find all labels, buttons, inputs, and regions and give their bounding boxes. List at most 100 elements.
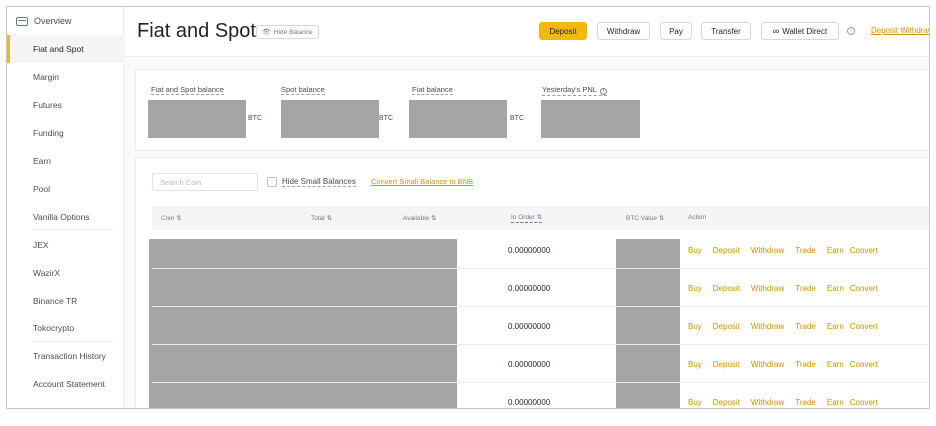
earn-link[interactable]: Earn: [827, 246, 844, 255]
row-actions: Buy Deposit Withdraw Trade Earn Convert: [688, 246, 889, 255]
sidebar-item-transaction-history[interactable]: Transaction History: [7, 342, 124, 370]
earn-link[interactable]: Earn: [827, 360, 844, 369]
fiat-and-spot-balance-unit: BTC: [248, 115, 262, 122]
fiat-balance-redacted: [409, 100, 507, 138]
spot-balance-label: Spot balance: [281, 85, 325, 95]
sidebar-item-jex[interactable]: JEX: [7, 231, 124, 259]
withdraw-link[interactable]: Withdraw: [751, 284, 784, 293]
in-order-value: 0.00000000: [508, 246, 551, 255]
search-coin-input[interactable]: [152, 173, 258, 191]
link-icon: ∞: [772, 26, 780, 36]
sidebar-item-label: Margin: [33, 72, 59, 82]
buy-link[interactable]: Buy: [688, 398, 702, 407]
convert-link[interactable]: Convert: [850, 322, 878, 331]
deposit-link[interactable]: Deposit: [713, 360, 740, 369]
app-window: Overview Fiat and Spot Margin Futures Fu…: [6, 6, 930, 409]
hide-balance-label: Hide Balance: [273, 28, 313, 36]
trade-link[interactable]: Trade: [795, 284, 816, 293]
sidebar-item-label: Fiat and Spot: [33, 44, 84, 54]
hide-balance-button[interactable]: 👁︎ Hide Balance: [256, 25, 319, 39]
sidebar-item-earn[interactable]: Earn: [7, 147, 124, 175]
earn-link[interactable]: Earn: [827, 322, 844, 331]
trade-link[interactable]: Trade: [795, 246, 816, 255]
withdraw-link[interactable]: Withdraw: [751, 246, 784, 255]
sidebar-item-label: WazirX: [33, 268, 61, 278]
deposit-link[interactable]: Deposit: [713, 398, 740, 407]
earn-link[interactable]: Earn: [827, 398, 844, 407]
eye-slash-icon: 👁︎: [262, 29, 271, 36]
sort-icon: ⇅: [326, 215, 332, 222]
trade-link[interactable]: Trade: [795, 322, 816, 331]
sidebar-item-tokocrypto[interactable]: Tokocrypto: [7, 314, 124, 342]
yesterday-pnl-redacted: [541, 100, 640, 138]
sidebar-item-margin[interactable]: Margin: [7, 63, 124, 91]
buy-link[interactable]: Buy: [688, 284, 702, 293]
sidebar-item-fiat-and-spot[interactable]: Fiat and Spot: [7, 35, 124, 63]
sidebar-item-label: Earn: [33, 156, 51, 166]
transfer-button[interactable]: Transfer: [701, 22, 751, 40]
withdraw-link[interactable]: Withdraw: [751, 398, 784, 407]
earn-link[interactable]: Earn: [827, 284, 844, 293]
deposit-link[interactable]: Deposit: [713, 322, 740, 331]
yesterday-pnl-label: Yesterday's PNL i: [542, 85, 607, 96]
sidebar: Overview Fiat and Spot Margin Futures Fu…: [7, 7, 124, 408]
sidebar-item-vanilla-options[interactable]: Vanilla Options: [7, 203, 124, 231]
trade-link[interactable]: Trade: [795, 398, 816, 407]
withdraw-button[interactable]: Withdraw: [597, 22, 650, 40]
deposit-link[interactable]: Deposit: [713, 246, 740, 255]
sidebar-item-overview[interactable]: Overview: [7, 7, 124, 35]
convert-small-balance-link[interactable]: Convert Small Balance to BNB: [371, 177, 473, 186]
column-available[interactable]: Available ⇅: [403, 214, 437, 222]
column-btc-value[interactable]: BTC Value ⇅: [626, 214, 664, 222]
convert-link[interactable]: Convert: [850, 246, 878, 255]
withdraw-link[interactable]: Withdraw: [751, 360, 784, 369]
sidebar-item-account-statement[interactable]: Account Statement: [7, 370, 124, 398]
hide-small-balances-label[interactable]: Hide Small Balances: [282, 177, 356, 187]
sidebar-item-binance-tr[interactable]: Binance TR: [7, 287, 124, 315]
fiat-balance-unit: BTC: [510, 115, 524, 122]
sidebar-item-futures[interactable]: Futures: [7, 91, 124, 119]
deposit-button[interactable]: Deposit: [539, 22, 587, 40]
spot-balance-redacted: [281, 100, 379, 138]
sidebar-item-label: Account Statement: [33, 379, 105, 389]
hide-small-balances-checkbox[interactable]: [267, 177, 277, 187]
pay-button[interactable]: Pay: [660, 22, 692, 40]
sidebar-item-label: Overview: [34, 16, 72, 26]
column-coin[interactable]: Coin ⇅: [161, 214, 182, 222]
convert-link[interactable]: Convert: [850, 284, 878, 293]
column-total[interactable]: Total ⇅: [311, 214, 332, 222]
deposit-link[interactable]: Deposit: [713, 284, 740, 293]
row-actions: Buy Deposit Withdraw Trade Earn Convert: [688, 322, 889, 331]
sidebar-item-funding[interactable]: Funding: [7, 119, 124, 147]
info-icon[interactable]: i: [847, 27, 855, 35]
sidebar-item-label: Tokocrypto: [33, 323, 75, 333]
sidebar-item-label: Funding: [33, 128, 64, 138]
buy-link[interactable]: Buy: [688, 360, 702, 369]
sidebar-item-pool[interactable]: Pool: [7, 175, 124, 203]
in-order-value: 0.00000000: [508, 360, 551, 369]
buy-link[interactable]: Buy: [688, 246, 702, 255]
sidebar-item-label: Binance TR: [33, 296, 78, 306]
assets-table-card: Hide Small Balances Convert Small Balanc…: [135, 157, 929, 408]
sidebar-item-wazirx[interactable]: WazirX: [7, 259, 124, 287]
column-label: In Order: [511, 214, 535, 221]
table-row: 0.00000000 Buy Deposit Withdraw Trade Ea…: [152, 307, 929, 345]
table-row: 0.00000000 Buy Deposit Withdraw Trade Ea…: [152, 269, 929, 307]
deposit-withdrawal-history-link[interactable]: Deposit Withdrawal History: [871, 26, 929, 35]
column-action: Action: [688, 214, 707, 221]
buy-link[interactable]: Buy: [688, 322, 702, 331]
row-actions: Buy Deposit Withdraw Trade Earn Convert: [688, 398, 889, 407]
sort-icon: ⇅: [431, 215, 437, 222]
wallet-direct-button[interactable]: ∞ Wallet Direct: [761, 22, 839, 40]
page-header: Fiat and Spot 👁︎ Hide Balance Deposit Wi…: [125, 7, 929, 57]
convert-link[interactable]: Convert: [850, 398, 878, 407]
trade-link[interactable]: Trade: [795, 360, 816, 369]
column-in-order[interactable]: In Order ⇅: [511, 214, 543, 223]
fiat-and-spot-balance-redacted: [148, 100, 246, 138]
info-icon[interactable]: i: [599, 88, 607, 95]
table-row: 0.00000000 Buy Deposit Withdraw Trade Ea…: [152, 231, 929, 269]
sidebar-item-label: Futures: [33, 100, 62, 110]
withdraw-link[interactable]: Withdraw: [751, 322, 784, 331]
convert-link[interactable]: Convert: [850, 360, 878, 369]
spot-balance-unit: BTC: [379, 115, 393, 122]
